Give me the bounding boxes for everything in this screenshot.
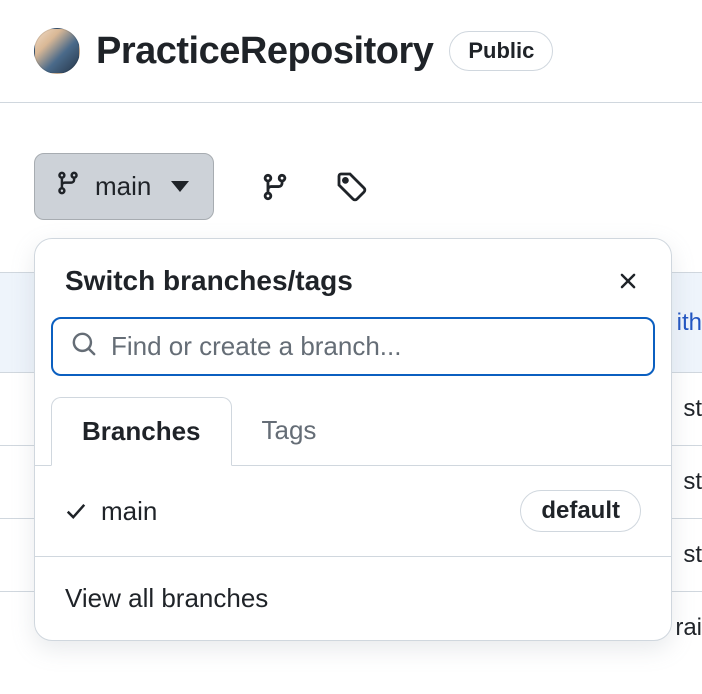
branch-selector-button[interactable]: main bbox=[34, 153, 214, 220]
tags-link-icon[interactable] bbox=[336, 171, 368, 203]
git-branch-icon bbox=[55, 168, 81, 205]
default-badge: default bbox=[520, 490, 641, 532]
dropdown-header: Switch branches/tags bbox=[35, 239, 671, 313]
view-all-branches-link[interactable]: View all branches bbox=[35, 557, 671, 640]
tab-branches[interactable]: Branches bbox=[51, 397, 232, 466]
current-branch-label: main bbox=[95, 171, 151, 202]
repo-toolbar: main bbox=[0, 103, 702, 220]
tab-tags[interactable]: Tags bbox=[232, 397, 347, 466]
owner-avatar[interactable] bbox=[34, 28, 80, 74]
branch-switcher-dropdown: Switch branches/tags Branches Tags main … bbox=[34, 238, 672, 641]
visibility-badge: Public bbox=[449, 31, 553, 71]
dropdown-title: Switch branches/tags bbox=[65, 265, 353, 297]
dropdown-tabs: Branches Tags bbox=[35, 396, 671, 466]
branch-name: main bbox=[101, 496, 506, 527]
repo-title[interactable]: PracticeRepository bbox=[96, 30, 433, 73]
branch-search-input[interactable] bbox=[111, 331, 635, 362]
search-box[interactable] bbox=[51, 317, 655, 376]
branches-link-icon[interactable] bbox=[260, 172, 290, 202]
repo-header: PracticeRepository Public bbox=[0, 0, 702, 103]
search-icon bbox=[71, 331, 97, 362]
branch-list-item[interactable]: main default bbox=[35, 466, 671, 557]
close-icon[interactable] bbox=[615, 268, 641, 294]
check-icon bbox=[65, 500, 87, 522]
caret-down-icon bbox=[171, 181, 189, 192]
search-container bbox=[35, 313, 671, 396]
